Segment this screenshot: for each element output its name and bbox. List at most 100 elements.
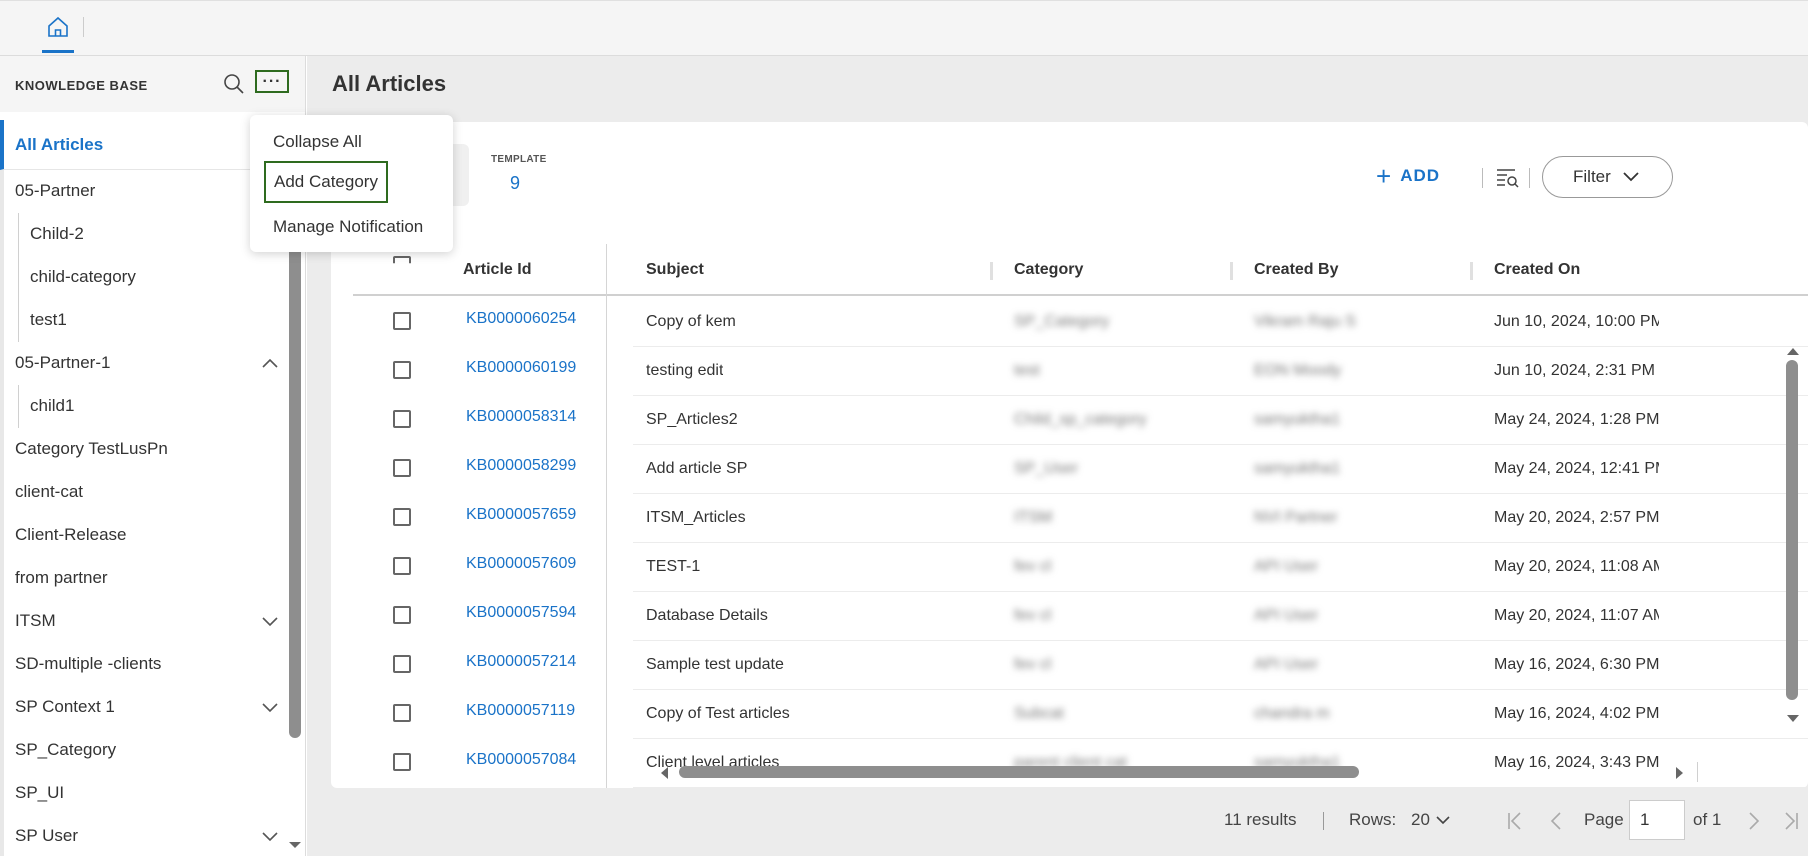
row-checkbox[interactable] xyxy=(393,508,411,526)
scroll-down-arrow-icon[interactable] xyxy=(1786,714,1800,724)
page-label: Page xyxy=(1584,810,1624,829)
article-id-link[interactable]: KB0000057214 xyxy=(466,653,576,671)
created-on-cell: May 20, 2024, 11:07 AM xyxy=(1494,607,1659,624)
row-checkbox[interactable] xyxy=(393,312,411,330)
page-number-input[interactable] xyxy=(1629,800,1685,840)
menu-item-collapse-all[interactable]: Collapse All xyxy=(273,132,362,152)
column-header-article-id[interactable]: Article Id xyxy=(463,261,531,279)
sidebar-category-item[interactable]: Category TestLusPn xyxy=(15,428,287,471)
sidebar-title: KNOWLEDGE BASE xyxy=(15,78,148,93)
chevron-up-icon[interactable] xyxy=(261,356,279,370)
sidebar-item-label: All Articles xyxy=(15,135,104,154)
sidebar-category-item[interactable]: child-category xyxy=(18,256,290,299)
column-header-created-by[interactable]: Created By xyxy=(1254,261,1338,279)
subject-cell: Database Details xyxy=(646,607,768,624)
menu-item-manage-notification[interactable]: Manage Notification xyxy=(273,217,423,237)
select-all-checkbox[interactable] xyxy=(393,256,411,264)
sidebar-category-item[interactable]: SP Context 1 xyxy=(15,686,287,729)
sidebar-category-item[interactable]: 05-Partner xyxy=(15,170,287,213)
scroll-up-arrow-icon[interactable] xyxy=(1786,346,1800,356)
sidebar-category-item[interactable]: from partner xyxy=(15,557,287,600)
created-by-cell: chandra m xyxy=(1254,705,1330,722)
add-button[interactable]: + ADD xyxy=(1376,163,1440,189)
table-row[interactable]: KB0000058299 Add article SP SP_User samyukt… xyxy=(353,445,1808,494)
chevron-down-icon[interactable] xyxy=(261,614,279,628)
column-header-subject[interactable]: Subject xyxy=(646,261,704,279)
next-page-icon[interactable] xyxy=(1748,812,1760,830)
category-cell: Subcat xyxy=(1014,705,1064,722)
table-row[interactable]: KB0000060254 Copy of kem SP_Category Vikram… xyxy=(353,298,1808,347)
article-id-link[interactable]: KB0000057609 xyxy=(466,555,576,573)
row-checkbox[interactable] xyxy=(393,557,411,575)
active-tab-indicator xyxy=(42,50,74,53)
sidebar-category-label: from partner xyxy=(15,568,108,587)
column-resizer[interactable] xyxy=(990,262,993,280)
column-resizer[interactable] xyxy=(1230,262,1233,280)
menu-item-add-category[interactable]: Add Category xyxy=(264,161,388,203)
sidebar-scrollbar[interactable] xyxy=(289,226,301,738)
row-checkbox[interactable] xyxy=(393,361,411,379)
table-row[interactable]: KB0000057594 Database Details fev cl API Us… xyxy=(353,592,1808,641)
sidebar-category-item[interactable]: SP_UI xyxy=(15,772,287,815)
table-row[interactable]: KB0000057609 TEST-1 fev cl API User May 20, … xyxy=(353,543,1808,592)
main-content: All Articles TEMPLATE 9 + ADD Filter Art… xyxy=(307,56,1808,856)
row-checkbox[interactable] xyxy=(393,410,411,428)
template-stat-value: 9 xyxy=(510,173,521,193)
last-page-icon[interactable] xyxy=(1783,812,1799,830)
filter-button[interactable]: Filter xyxy=(1542,156,1673,198)
column-header-created-on[interactable]: Created On xyxy=(1494,261,1580,279)
sidebar-category-item[interactable]: child1 xyxy=(18,385,290,428)
sidebar-category-item[interactable]: client-cat xyxy=(15,471,287,514)
article-id-link[interactable]: KB0000058299 xyxy=(466,457,576,475)
table-horizontal-scrollbar[interactable] xyxy=(659,762,1759,782)
template-stat[interactable]: TEMPLATE 9 xyxy=(491,154,547,194)
article-id-link[interactable]: KB0000057659 xyxy=(466,506,576,524)
table-row[interactable]: KB0000060199 testing edit test EON Moody Jun… xyxy=(353,347,1808,396)
scroll-right-arrow-icon[interactable] xyxy=(1675,766,1685,780)
subject-cell: testing edit xyxy=(646,362,724,379)
article-id-link[interactable]: KB0000060254 xyxy=(466,310,576,328)
article-id-link[interactable]: KB0000060199 xyxy=(466,359,576,377)
table-row[interactable]: KB0000058314 SP_Articles2 Child_sp_categor… xyxy=(353,396,1808,445)
more-options-button[interactable]: ··· xyxy=(255,70,289,93)
sidebar-category-item[interactable]: ITSM xyxy=(15,600,287,643)
sidebar-category-item[interactable]: test1 xyxy=(18,299,290,342)
row-checkbox[interactable] xyxy=(393,655,411,673)
table-header: Article Id Subject Category Created By C… xyxy=(353,244,1808,296)
column-header-category[interactable]: Category xyxy=(1014,261,1083,279)
chevron-down-icon[interactable] xyxy=(261,829,279,843)
category-cell: test xyxy=(1014,362,1040,379)
row-checkbox[interactable] xyxy=(393,753,411,771)
sidebar-item-all-articles[interactable]: All Articles xyxy=(0,120,290,170)
sidebar-category-item[interactable]: 05-Partner-1 xyxy=(15,342,287,385)
sidebar-category-item[interactable]: SD-multiple -clients xyxy=(15,643,287,686)
scroll-down-arrow-icon[interactable] xyxy=(287,840,303,850)
sidebar-category-item[interactable]: Client-Release xyxy=(15,514,287,557)
home-tab[interactable] xyxy=(42,13,74,53)
pagination: 11 results Rows: 20 Page of 1 xyxy=(307,800,1808,840)
sidebar-category-item[interactable]: SP User xyxy=(15,815,287,856)
first-page-icon[interactable] xyxy=(1507,812,1523,830)
sidebar-category-item[interactable]: SP_Category xyxy=(15,729,287,772)
column-search-icon[interactable] xyxy=(1495,166,1519,188)
top-bar xyxy=(0,0,1808,56)
article-id-link[interactable]: KB0000058314 xyxy=(466,408,576,426)
table-row[interactable]: KB0000057214 Sample test update fev cl API … xyxy=(353,641,1808,690)
horizontal-scroll-thumb[interactable] xyxy=(679,766,1359,778)
sidebar-category-label: SP_UI xyxy=(15,783,65,802)
article-id-link[interactable]: KB0000057084 xyxy=(466,751,576,769)
row-checkbox[interactable] xyxy=(393,459,411,477)
chevron-down-icon[interactable] xyxy=(261,700,279,714)
table-vertical-scrollbar[interactable] xyxy=(1786,360,1798,700)
article-id-link[interactable]: KB0000057594 xyxy=(466,604,576,622)
scroll-left-arrow-icon[interactable] xyxy=(659,766,669,780)
row-checkbox[interactable] xyxy=(393,704,411,722)
table-row[interactable]: KB0000057119 Copy of Test articles Subcat c… xyxy=(353,690,1808,739)
article-id-link[interactable]: KB0000057119 xyxy=(466,702,575,720)
row-checkbox[interactable] xyxy=(393,606,411,624)
table-row[interactable]: KB0000057659 ITSM_Articles ITSM NVI Partner… xyxy=(353,494,1808,543)
previous-page-icon[interactable] xyxy=(1550,812,1562,830)
rows-per-page-select[interactable]: 20 xyxy=(1411,810,1450,830)
search-icon[interactable] xyxy=(222,72,246,96)
column-resizer[interactable] xyxy=(1470,262,1473,280)
